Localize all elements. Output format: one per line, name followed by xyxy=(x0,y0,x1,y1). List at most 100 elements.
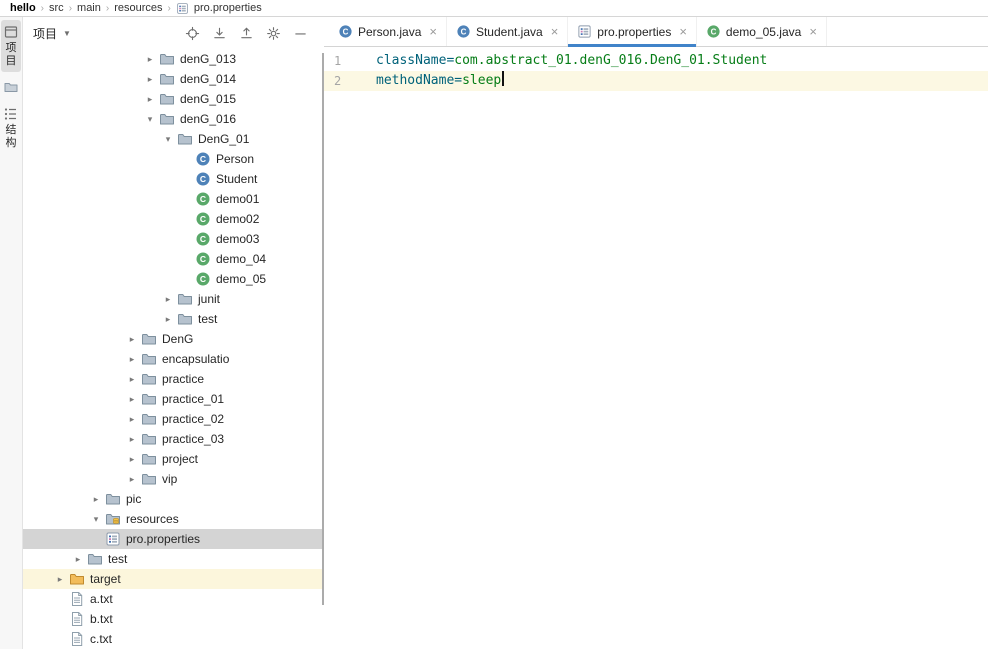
tree-item-label: denG_013 xyxy=(180,52,237,66)
chevron-collapsed-icon[interactable]: ▸ xyxy=(141,74,159,85)
tree-item-demo02[interactable]: Cdemo02 xyxy=(23,209,324,229)
tree-item-resources[interactable]: ▾ resources xyxy=(23,509,324,529)
breadcrumb-item-hello[interactable]: hello xyxy=(10,2,36,14)
tree-item-encapsulatio[interactable]: ▸ encapsulatio xyxy=(23,349,324,369)
tree-item-label: practice_01 xyxy=(162,392,225,406)
project-tool-icon xyxy=(3,24,19,40)
project-panel-header: 项目 ▼ xyxy=(23,17,324,49)
chevron-expanded-icon[interactable]: ▾ xyxy=(87,514,105,525)
breadcrumb-separator: › xyxy=(40,2,45,14)
tree-item-demo01[interactable]: Cdemo01 xyxy=(23,189,324,209)
chevron-collapsed-icon[interactable]: ▸ xyxy=(123,374,141,385)
chevron-expanded-icon[interactable]: ▾ xyxy=(141,114,159,125)
chevron-expanded-icon[interactable]: ▾ xyxy=(159,134,177,145)
tree-item-project[interactable]: ▸ project xyxy=(23,449,324,469)
tree-item-denG_015[interactable]: ▸ denG_015 xyxy=(23,89,324,109)
tree-item-denG_016[interactable]: ▾ denG_016 xyxy=(23,109,324,129)
folder-icon xyxy=(177,311,193,327)
tool-window-button-structure[interactable]: 结构 xyxy=(1,102,21,154)
close-tab-icon[interactable]: × xyxy=(809,25,817,38)
chevron-collapsed-icon[interactable]: ▸ xyxy=(87,494,105,505)
code-line-2[interactable]: 2 methodName=sleep xyxy=(324,71,988,91)
project-tool-label: 项目 xyxy=(5,42,17,67)
text-file-icon xyxy=(69,611,85,627)
tree-item-pro.properties[interactable]: pro.properties xyxy=(23,529,324,549)
tree-item-practice[interactable]: ▸ practice xyxy=(23,369,324,389)
settings-gear-icon[interactable] xyxy=(266,26,281,41)
chevron-collapsed-icon[interactable]: ▸ xyxy=(141,54,159,65)
chevron-collapsed-icon[interactable]: ▸ xyxy=(123,354,141,365)
hide-panel-icon[interactable] xyxy=(293,26,308,41)
code-area[interactable]: 1 className=com.abstract_01.denG_016.DenG… xyxy=(324,47,988,649)
text-file-icon xyxy=(69,631,85,647)
code-line-1[interactable]: 1 className=com.abstract_01.denG_016.DenG… xyxy=(324,51,988,71)
tool-window-button-project[interactable]: 项目 xyxy=(1,20,21,72)
tree-item-denG_013[interactable]: ▸ denG_013 xyxy=(23,49,324,69)
class-green-icon: C xyxy=(195,251,211,267)
close-tab-icon[interactable]: × xyxy=(429,25,437,38)
tree-item-b.txt[interactable]: b.txt xyxy=(23,609,324,629)
chevron-collapsed-icon[interactable]: ▸ xyxy=(123,394,141,405)
chevron-collapsed-icon[interactable]: ▸ xyxy=(141,94,159,105)
tree-item-DenG[interactable]: ▸ DenG xyxy=(23,329,324,349)
folder-icon xyxy=(141,411,157,427)
chevron-collapsed-icon[interactable]: ▸ xyxy=(123,474,141,485)
tree-item-c.txt[interactable]: c.txt xyxy=(23,629,324,649)
tree-item-practice_02[interactable]: ▸ practice_02 xyxy=(23,409,324,429)
bookmarks-icon[interactable] xyxy=(3,79,19,95)
tree-item-Person[interactable]: C Person xyxy=(23,149,324,169)
tree-item-vip[interactable]: ▸ vip xyxy=(23,469,324,489)
tree-item-practice_03[interactable]: ▸ practice_03 xyxy=(23,429,324,449)
editor-tab-pro.properties[interactable]: pro.properties × xyxy=(568,17,697,47)
tree-item-demo_04[interactable]: Cdemo_04 xyxy=(23,249,324,269)
tree-item-practice_01[interactable]: ▸ practice_01 xyxy=(23,389,324,409)
editor-tab-Person.java[interactable]: C Person.java × xyxy=(329,17,447,46)
editor-tab-Student.java[interactable]: C Student.java × xyxy=(447,17,569,46)
folder-resources-icon xyxy=(105,511,121,527)
tree-item-test[interactable]: ▸ test xyxy=(23,309,324,329)
chevron-collapsed-icon[interactable]: ▸ xyxy=(123,434,141,445)
collapse-all-icon[interactable] xyxy=(239,26,254,41)
svg-text:C: C xyxy=(200,174,206,184)
expand-all-icon[interactable] xyxy=(212,26,227,41)
breadcrumb-item-resources[interactable]: resources xyxy=(114,2,162,14)
tree-item-label: pic xyxy=(126,492,142,506)
chevron-collapsed-icon[interactable]: ▸ xyxy=(123,414,141,425)
tab-label: pro.properties xyxy=(597,24,672,39)
tree-item-junit[interactable]: ▸ junit xyxy=(23,289,324,309)
tree-item-demo_05[interactable]: Cdemo_05 xyxy=(23,269,324,289)
breadcrumb-separator: › xyxy=(68,2,73,14)
chevron-collapsed-icon[interactable]: ▸ xyxy=(159,314,177,325)
chevron-collapsed-icon[interactable]: ▸ xyxy=(123,334,141,345)
main-area: 项目 结构 项目 ▼ ▸ denG_013 ▸ denG_014 ▸ denG_015 ▾ d… xyxy=(0,17,988,649)
chevron-collapsed-icon[interactable]: ▸ xyxy=(159,294,177,305)
svg-text:C: C xyxy=(711,27,717,36)
tree-item-label: pro.properties xyxy=(126,532,201,546)
tree-item-demo03[interactable]: Cdemo03 xyxy=(23,229,324,249)
tree-item-Student[interactable]: C Student xyxy=(23,169,324,189)
chevron-down-icon[interactable]: ▼ xyxy=(63,29,71,38)
locate-file-icon[interactable] xyxy=(185,26,200,41)
tree-scrollbar[interactable] xyxy=(322,53,324,605)
project-panel-title[interactable]: 项目 xyxy=(33,25,57,42)
tree-item-target[interactable]: ▸ target xyxy=(23,569,324,589)
svg-text:C: C xyxy=(200,154,206,164)
tree-item-denG_014[interactable]: ▸ denG_014 xyxy=(23,69,324,89)
chevron-collapsed-icon[interactable]: ▸ xyxy=(123,454,141,465)
tree-item-test[interactable]: ▸ test xyxy=(23,549,324,569)
tree-item-pic[interactable]: ▸ pic xyxy=(23,489,324,509)
line-number: 2 xyxy=(334,74,342,88)
editor-tab-demo_05.java[interactable]: Cdemo_05.java × xyxy=(697,17,827,46)
tree-item-a.txt[interactable]: a.txt xyxy=(23,589,324,609)
breadcrumb-item-src[interactable]: src xyxy=(49,2,64,14)
breadcrumb-item-main[interactable]: main xyxy=(77,2,101,14)
close-tab-icon[interactable]: × xyxy=(679,25,687,38)
tree-item-label: target xyxy=(90,572,121,586)
chevron-collapsed-icon[interactable]: ▸ xyxy=(69,554,87,565)
close-tab-icon[interactable]: × xyxy=(551,25,559,38)
chevron-collapsed-icon[interactable]: ▸ xyxy=(51,574,69,585)
folder-excluded-icon xyxy=(69,571,85,587)
tree-item-DenG_01[interactable]: ▾ DenG_01 xyxy=(23,129,324,149)
svg-text:C: C xyxy=(200,234,206,244)
breadcrumb-item-pro.properties[interactable]: pro.properties xyxy=(194,2,262,14)
